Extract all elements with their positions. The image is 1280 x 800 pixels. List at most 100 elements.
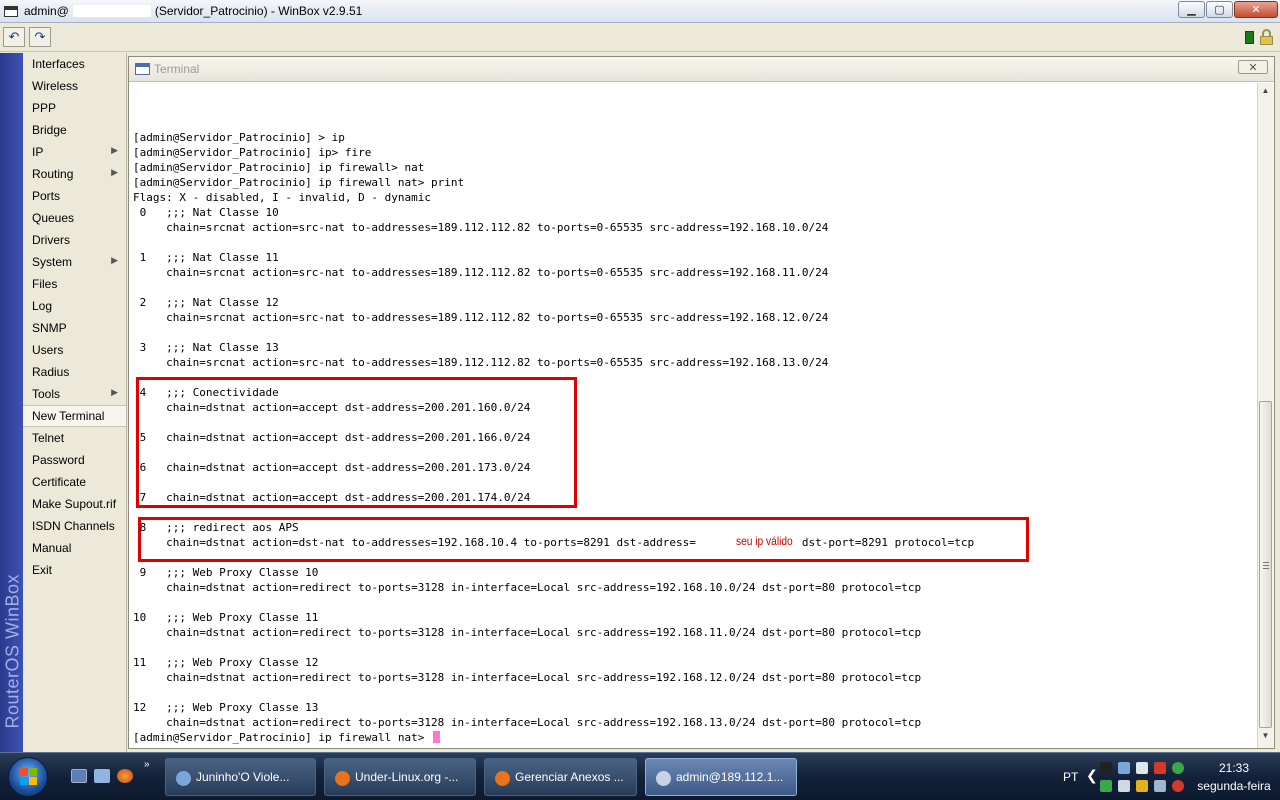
show-hidden-icons-icon[interactable]: ❮ [1086,767,1098,784]
terminal-line-text: 6 chain=dstnat action=accept dst-address… [133,461,531,474]
tray-shield-icon[interactable] [1100,780,1112,792]
menu-item-label: Manual [32,541,72,555]
menu-item-label: Ports [32,189,61,203]
menu-item-label: Wireless [32,79,79,93]
maximize-button[interactable]: ▢ [1206,1,1233,18]
main-menu: Interfaces Wireless PPP Bridge IP ▶ Routing ▶ Po… [23,53,127,753]
menu-item-ip[interactable]: IP ▶ [23,141,126,163]
menu-item-ports[interactable]: Ports [23,185,126,207]
menu-item-snmp[interactable]: SNMP [23,317,126,339]
terminal-window[interactable]: Terminal ✕ seu ip válido [admin@Servidor… [128,56,1275,749]
taskbar-button[interactable]: admin@189.112.1... [645,758,797,796]
menu-item-make-supout-rif[interactable]: Make Supout.rif [23,493,126,515]
menu-item-routing[interactable]: Routing ▶ [23,163,126,185]
taskbar-button[interactable]: Juninho'O Viole... [165,758,316,796]
menu-item-wireless[interactable]: Wireless [23,75,126,97]
terminal-line: chain=dstnat action=dst-nat to-addresses… [133,535,974,550]
menu-item-label: Certificate [32,475,87,489]
menu-item-log[interactable]: Log [23,295,126,317]
terminal-line-text: [admin@Servidor_Patrocinio] ip firewall … [133,731,432,744]
menu-item-interfaces[interactable]: Interfaces [23,53,126,75]
taskbar-button[interactable]: Gerenciar Anexos ... [484,758,637,796]
tray-alert-icon[interactable] [1154,762,1166,774]
terminal-line: chain=srcnat action=src-nat to-addresses… [133,265,828,280]
quicklaunch-more-icon[interactable]: » [144,759,150,770]
terminal-line: 8 ;;; redirect aos APS [133,520,299,535]
tray-network-icon[interactable] [1118,762,1130,774]
submenu-arrow-icon: ▶ [111,145,118,155]
title-bar[interactable]: admin@ (Servidor_Patrocinio) - WinBox v2… [0,0,1280,23]
tray-volume-icon[interactable] [1154,780,1166,792]
terminal-line: chain=dstnat action=redirect to-ports=31… [133,715,921,730]
tray-s-icon[interactable] [1136,780,1148,792]
menu-item-ppp[interactable]: PPP [23,97,126,119]
terminal-line-text: 7 chain=dstnat action=accept dst-address… [133,491,531,504]
submenu-arrow-icon: ▶ [111,255,118,265]
terminal-line-text: 8 ;;; redirect aos APS [133,521,299,534]
terminal-line: 7 chain=dstnat action=accept dst-address… [133,490,531,505]
menu-item-users[interactable]: Users [23,339,126,361]
terminal-line: chain=dstnat action=redirect to-ports=31… [133,625,921,640]
window-icon [4,5,18,17]
menu-item-certificate[interactable]: Certificate [23,471,126,493]
menu-item-isdn-channels[interactable]: ISDN Channels [23,515,126,537]
taskbar-button[interactable]: Under-Linux.org -... [324,758,476,796]
firefox-quicklaunch-icon[interactable] [117,769,133,783]
terminal-line: 4 ;;; Conectividade [133,385,279,400]
menu-item-radius[interactable]: Radius [23,361,126,383]
menu-item-system[interactable]: System ▶ [23,251,126,273]
menu-item-queues[interactable]: Queues [23,207,126,229]
terminal-line: chain=dstnat action=redirect to-ports=31… [133,670,921,685]
redacted-host [72,5,151,17]
terminal-close-button[interactable]: ✕ [1238,60,1268,74]
terminal-line: [admin@Servidor_Patrocinio] ip firewall … [133,175,464,190]
menu-item-files[interactable]: Files [23,273,126,295]
terminal-line-text: 2 ;;; Nat Classe 12 [133,296,279,309]
tray-battery-icon[interactable] [1118,780,1130,792]
tray-signal-icon[interactable] [1136,762,1148,774]
menu-item-bridge[interactable]: Bridge [23,119,126,141]
menu-item-label: Tools [32,387,61,401]
terminal-scrollbar[interactable]: ▲ ▼ [1257,83,1273,748]
tray-x-icon[interactable] [1172,780,1184,792]
connection-status-indicator [1245,31,1254,44]
terminal-line-text: chain=srcnat action=src-nat to-addresses… [133,266,829,279]
terminal-line-text: chain=dstnat action=accept dst-address=2… [133,401,531,414]
terminal-header[interactable]: Terminal ✕ [129,57,1274,82]
scroll-down-arrow[interactable]: ▼ [1260,731,1271,745]
taskbar-button-label: Juninho'O Viole... [196,770,290,784]
tray-skype-icon[interactable] [1172,762,1184,774]
tray-bat-icon[interactable] [1100,762,1112,774]
start-button[interactable] [8,757,48,797]
clock[interactable]: 21:33 segunda-feira [1194,759,1274,795]
terminal-line: Flags: X - disabled, I - invalid, D - dy… [133,190,431,205]
menu-item-exit[interactable]: Exit [23,559,126,581]
scroll-up-arrow[interactable]: ▲ [1260,86,1271,100]
terminal-line: [admin@Servidor_Patrocinio] ip firewall>… [133,160,424,175]
lock-icon [1260,29,1273,45]
menu-item-label: ISDN Channels [32,519,115,533]
terminal-output[interactable]: seu ip válido [admin@Servidor_Patrocinio… [131,85,1258,747]
menu-item-label: New Terminal [32,409,105,423]
menu-item-tools[interactable]: Tools ▶ [23,383,126,405]
terminal-line: 2 ;;; Nat Classe 12 [133,295,279,310]
menu-item-new-terminal[interactable]: New Terminal [23,405,126,427]
language-indicator[interactable]: PT [1063,770,1078,784]
show-desktop-icon[interactable] [71,769,87,783]
menu-item-drivers[interactable]: Drivers [23,229,126,251]
switch-windows-icon[interactable] [94,769,110,783]
scroll-thumb[interactable] [1259,401,1272,728]
undo-button[interactable]: ↶ [3,27,25,47]
menu-item-manual[interactable]: Manual [23,537,126,559]
taskbar-app-icon [176,771,191,786]
terminal-line-text: chain=dstnat action=dst-nat to-addresses… [133,536,975,549]
close-button[interactable]: ✕ [1234,1,1278,18]
menu-item-password[interactable]: Password [23,449,126,471]
terminal-line-text: 12 ;;; Web Proxy Classe 13 [133,701,319,714]
terminal-line-text: Flags: X - disabled, I - invalid, D - dy… [133,191,432,204]
minimize-button[interactable]: ▁ [1178,1,1205,18]
menu-item-telnet[interactable]: Telnet [23,427,126,449]
redo-button[interactable]: ↷ [29,27,51,47]
terminal-line-text: 9 ;;; Web Proxy Classe 10 [133,566,319,579]
menu-item-label: Routing [32,167,74,181]
